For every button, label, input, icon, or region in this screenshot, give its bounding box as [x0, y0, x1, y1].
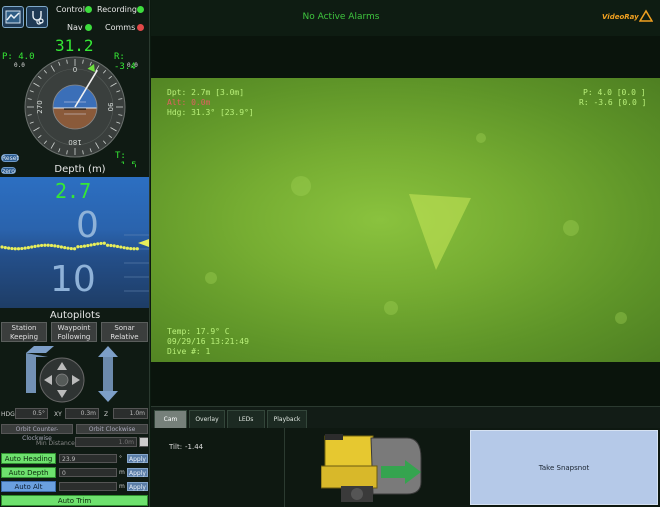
recording-label: Recording [97, 5, 138, 14]
camera-tabs: Cam Overlay LEDs Playback [151, 406, 660, 428]
tilt-checkbox[interactable] [140, 438, 148, 446]
auto-alt-apply-button[interactable]: Apply [127, 482, 148, 491]
orbit-ccw-button[interactable]: Orbit Counter-Clockwise [1, 424, 73, 442]
video-letterbox-bottom [151, 362, 660, 406]
xy-step-field[interactable]: 0.3m [65, 408, 99, 419]
take-snapshot-button[interactable]: Take Snapsnot [470, 430, 658, 505]
alarm-bar: No Active Alarms VideoRay [151, 0, 660, 36]
alarm-status: No Active Alarms [302, 12, 380, 22]
autopilots-title: Autopilots [25, 310, 125, 322]
osd-depth: Dpt: 2.7m [3.0m] [167, 88, 245, 97]
reset-button[interactable]: Reset [1, 154, 19, 162]
comms-label: Comms [105, 23, 136, 32]
recording-status-led [137, 6, 144, 13]
tilt-label: Tilt: [169, 443, 183, 451]
depth-trace [0, 234, 149, 292]
osd-dive-number: Dive #: 1 [167, 347, 211, 356]
auto-depth-unit: m [119, 469, 125, 476]
joystick-pad[interactable] [24, 345, 126, 403]
orbit-cw-button[interactable]: Orbit Clockwise [76, 424, 148, 434]
nav-status-led [85, 24, 92, 31]
auto-heading-unit: ° [119, 455, 122, 462]
osd-heading: Hdg: 31.3° [23.9°] [167, 108, 254, 117]
sonar-relative-button[interactable]: Sonar Relative [101, 322, 148, 342]
auto-heading-apply-button[interactable]: Apply [127, 454, 148, 463]
osd-temperature: Temp: 17.9° C [167, 327, 230, 336]
yaw-left-arrow-icon[interactable] [26, 346, 54, 353]
video-letterbox-top [151, 36, 660, 78]
heading-readout: 31.2 [55, 36, 94, 55]
stethoscope-icon[interactable] [26, 6, 48, 28]
tilt-value: -1.44 [185, 443, 204, 451]
compass-mark-west: 270 [36, 100, 44, 113]
ascend-arrow-icon[interactable] [98, 346, 118, 357]
auto-trim-button[interactable]: Auto Trim [1, 495, 148, 506]
auto-alt-button[interactable]: Auto Alt [1, 481, 56, 492]
depth-zero-button[interactable]: zero [1, 167, 16, 175]
tab-leds[interactable]: LEDs [227, 410, 265, 428]
min-distance-label: Min Distance [36, 440, 75, 447]
auto-depth-apply-button[interactable]: Apply [127, 468, 148, 477]
station-keeping-button[interactable]: Station Keeping [1, 322, 47, 342]
control-label: Control [56, 5, 85, 14]
control-status-led [85, 6, 92, 13]
compass-mark-east: 90 [106, 103, 114, 112]
compass-mark-south: 180 [68, 138, 81, 146]
hdg-step-label: HDG [1, 411, 15, 418]
xy-step-label: XY [54, 411, 62, 418]
osd-datetime: 09/29/16 13:21:49 [167, 337, 249, 346]
left-control-panel: Control Recording Nav Comms 31.2 P: 4.0 … [0, 0, 150, 507]
videoray-logo-icon [639, 9, 653, 22]
camera-feed: Dpt: 2.7m [3.0m] Alt: 0.0m Hdg: 31.3° [2… [151, 78, 660, 362]
min-distance-field[interactable]: 1.0m [75, 437, 137, 447]
waypoint-following-button[interactable]: Waypoint Following [51, 322, 97, 342]
auto-alt-field[interactable] [59, 482, 117, 491]
hdg-step-field[interactable]: 0.5° [15, 408, 48, 419]
osd-roll: R: -3.6 [0.0 ] [579, 98, 647, 107]
osd-pitch: P: 4.0 [0.0 ] [583, 88, 646, 97]
auto-alt-unit: m [119, 483, 125, 490]
compass-mark-north: 0 [73, 66, 77, 74]
compass-dial: 0 90 180 270 [24, 56, 126, 158]
sonar-target-marker [409, 194, 471, 270]
depth-gauge: 2.7 0 10 [0, 177, 149, 308]
videoray-logo: VideoRay [602, 13, 639, 21]
camera-scene [205, 133, 627, 324]
roll-setpoint: 0.0 [127, 62, 138, 69]
tilt-panel: Tilt: -1.44 [140, 428, 285, 507]
tab-playback[interactable]: Playback [267, 410, 307, 428]
tab-overlay[interactable]: Overlay [189, 410, 225, 428]
auto-depth-button[interactable]: Auto Depth [1, 467, 56, 478]
depth-title: Depth (m) [25, 164, 135, 177]
z-step-field[interactable]: 1.0m [113, 408, 148, 419]
nav-label: Nav [67, 23, 83, 32]
auto-heading-button[interactable]: Auto Heading [1, 453, 56, 464]
z-step-label: Z [104, 411, 109, 418]
rov-image [321, 434, 422, 502]
tab-cam[interactable]: Cam [154, 410, 187, 428]
map-icon[interactable] [2, 6, 24, 28]
osd-altitude: Alt: 0.0m [167, 98, 211, 107]
auto-heading-field[interactable]: 23.9 [59, 454, 117, 463]
comms-status-led [137, 24, 144, 31]
auto-depth-field[interactable]: 0 [59, 468, 117, 477]
descend-arrow-icon[interactable] [98, 391, 118, 402]
